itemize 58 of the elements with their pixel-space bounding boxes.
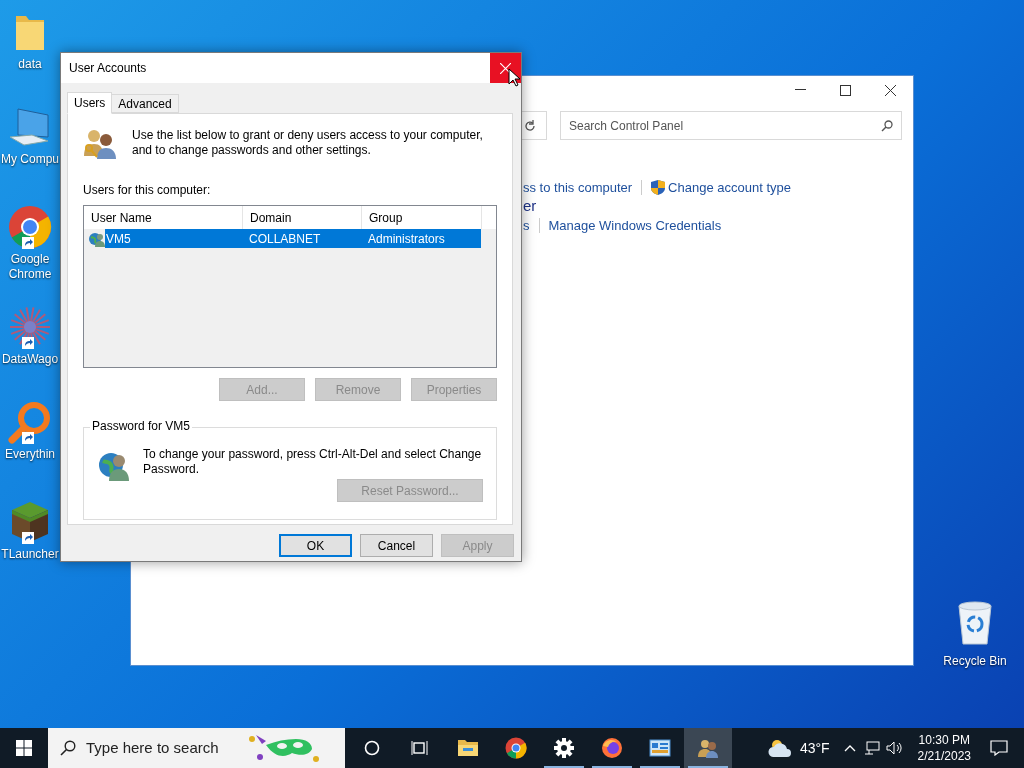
tab[interactable]: Advanced — [111, 94, 179, 113]
windows-logo-icon — [16, 740, 32, 756]
section-heading: er — [523, 196, 537, 217]
maximize-icon[interactable] — [840, 84, 851, 96]
mouse-cursor-icon — [508, 68, 520, 87]
link-text[interactable]: ss to this computer — [523, 177, 633, 198]
circle-icon — [364, 740, 380, 756]
cloud-icon — [767, 738, 794, 758]
firefox-icon — [601, 737, 623, 759]
table-cell-text: Administrators — [368, 230, 446, 248]
search-field[interactable]: Search Control Panel — [560, 111, 902, 140]
weather-temperature[interactable]: 43°F — [799, 737, 830, 759]
minimize-icon[interactable] — [795, 89, 806, 91]
chrome-icon — [505, 737, 527, 759]
user-globe-icon — [89, 230, 105, 247]
account-type-link[interactable]: Change account type — [668, 177, 791, 198]
tab[interactable]: Users — [67, 92, 113, 114]
list-label: Users for this computer: — [83, 182, 212, 199]
dialog-button[interactable]: OK — [279, 534, 352, 557]
clock[interactable]: 10:30 PM 2/21/2023 — [917, 732, 971, 764]
search-icon — [881, 119, 893, 132]
password-help-text: To change your password, press Ctrl-Alt-Del and select Change Password. — [143, 447, 483, 478]
open-indicator — [592, 766, 632, 768]
desktop-icon-label[interactable]: Recycle Bin — [943, 652, 1007, 670]
window-title: User Accounts — [69, 60, 147, 77]
folder-icon — [457, 739, 479, 757]
taskbar-search-field[interactable]: Type here to search — [48, 728, 345, 768]
notification-icon[interactable] — [990, 740, 1008, 756]
starburst-icon[interactable] — [8, 305, 52, 349]
open-indicator — [688, 766, 728, 768]
close-icon[interactable] — [885, 84, 896, 96]
intro-text: Use the list below to grant or deny users access to your computer, and to change passwords and other settings. — [132, 128, 484, 159]
dialog-button[interactable]: Cancel — [360, 534, 433, 557]
magnifier-icon[interactable] — [8, 400, 52, 444]
table-cell-text: VM5 — [105, 230, 132, 248]
users-icon — [697, 737, 719, 759]
link-text[interactable]: s — [523, 215, 530, 236]
control-panel-icon — [649, 739, 671, 757]
chevron-up-icon[interactable] — [843, 744, 856, 752]
desktop-icon-label[interactable]: TLauncher — [1, 547, 59, 562]
computer-icon[interactable] — [8, 105, 52, 149]
close-icon — [500, 62, 511, 74]
table-cell-text: COLLABNET — [249, 230, 322, 248]
credentials-link[interactable]: Manage Windows Credentials — [548, 215, 722, 236]
settings-icon — [554, 738, 574, 758]
desktop-icon-label[interactable]: Everythin — [5, 447, 55, 462]
desktop-icon-label[interactable]: DataWago — [1, 352, 59, 367]
open-indicator — [640, 766, 680, 768]
shield-icon — [651, 180, 666, 195]
search-icon — [60, 740, 76, 756]
chrome-icon[interactable] — [8, 205, 52, 249]
speaker-icon[interactable] — [885, 741, 904, 755]
task-view-icon — [411, 740, 429, 756]
refresh-icon — [524, 119, 536, 132]
users-key-icon — [83, 128, 117, 160]
network-icon[interactable] — [863, 741, 880, 755]
open-indicator — [544, 766, 584, 768]
recycle-bin-icon — [956, 600, 994, 646]
